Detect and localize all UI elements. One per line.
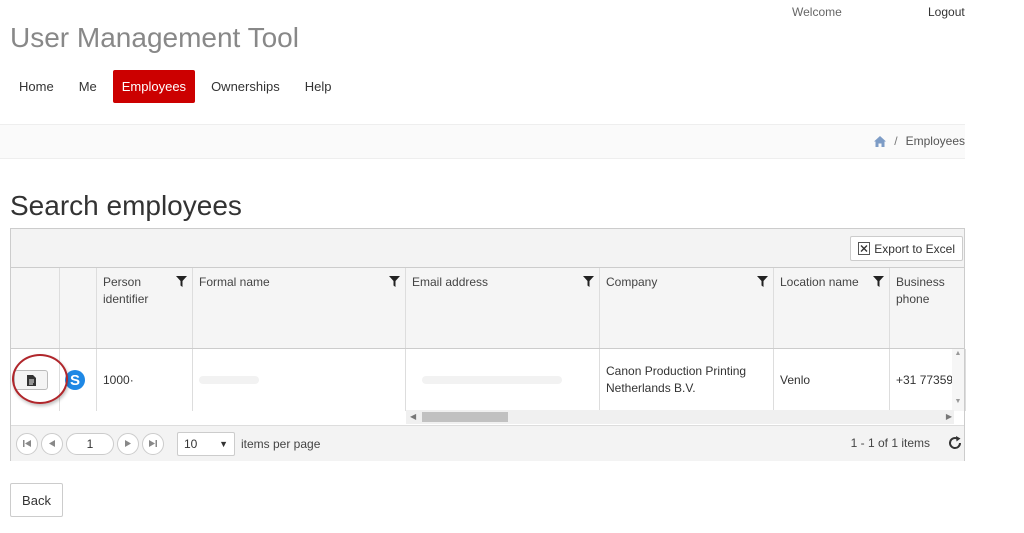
prev-page-icon	[49, 440, 55, 447]
horizontal-scrollbar[interactable]: ◀ ▶	[406, 410, 954, 424]
refresh-icon[interactable]	[947, 435, 963, 451]
home-icon[interactable]	[874, 135, 887, 147]
welcome-text: Welcome	[792, 5, 842, 19]
filter-icon[interactable]	[873, 276, 884, 287]
skype-icon[interactable]: S	[65, 370, 85, 390]
scroll-left-arrow[interactable]: ◀	[410, 410, 416, 424]
column-header-label: Location name	[780, 275, 859, 289]
cell-email-address	[406, 349, 600, 411]
breadcrumb-separator: /	[894, 134, 898, 148]
column-header-actions	[11, 268, 60, 348]
cell-location-name: Venlo	[774, 349, 890, 411]
horizontal-scrollbar-thumb[interactable]	[422, 412, 508, 422]
filter-icon[interactable]	[176, 276, 187, 287]
column-header-company[interactable]: Company	[600, 268, 774, 348]
cell-skype: S	[60, 349, 97, 411]
filter-icon[interactable]	[583, 276, 594, 287]
breadcrumb-current: Employees	[905, 134, 965, 148]
page-size-select[interactable]: 10 ▼	[177, 431, 235, 456]
column-header-label: Company	[606, 275, 658, 289]
next-page-icon	[125, 440, 131, 447]
document-icon	[26, 374, 36, 386]
grid-header: Person identifier Formal name Email addr…	[11, 268, 964, 349]
filter-icon[interactable]	[757, 276, 768, 287]
excel-icon	[858, 242, 871, 255]
nav-item-ownerships[interactable]: Ownerships	[202, 70, 289, 103]
column-header-skype	[60, 268, 97, 348]
logout-link[interactable]: Logout	[928, 5, 965, 19]
table-row: S 1000· Canon Production Printing Nether…	[11, 349, 966, 411]
column-header-label: Business phone	[896, 275, 945, 306]
filter-icon[interactable]	[389, 276, 400, 287]
first-page-icon	[23, 440, 31, 447]
cell-company: Canon Production Printing Netherlands B.…	[600, 349, 774, 411]
column-header-email-address[interactable]: Email address	[406, 268, 600, 348]
column-header-label: Formal name	[199, 275, 270, 289]
cell-formal-name	[193, 349, 406, 411]
pager-info: 1 - 1 of 1 items	[850, 436, 930, 450]
grid-pager: 1 10 ▼ items per page 1 - 1 of 1 items	[11, 425, 964, 461]
redacted-text	[199, 376, 259, 384]
redacted-text	[422, 376, 562, 384]
breadcrumb: / Employees	[874, 134, 965, 148]
prev-page-button[interactable]	[41, 432, 63, 455]
column-header-label: Person identifier	[103, 275, 149, 306]
first-page-button[interactable]	[16, 432, 38, 455]
back-button[interactable]: Back	[10, 483, 63, 517]
breadcrumb-bar: / Employees	[0, 124, 965, 159]
app-title: User Management Tool	[10, 22, 299, 53]
grid-toolbar: Export to Excel	[11, 229, 964, 268]
items-per-page-label: items per page	[241, 436, 321, 451]
employees-grid: Export to Excel Person identifier Formal…	[10, 228, 966, 461]
column-header-formal-name[interactable]: Formal name	[193, 268, 406, 348]
column-header-location-name[interactable]: Location name	[774, 268, 890, 348]
grid-body: S 1000· Canon Production Printing Nether…	[11, 349, 966, 411]
scroll-right-arrow[interactable]: ▶	[946, 410, 952, 424]
view-details-button[interactable]	[14, 370, 48, 390]
nav-item-employees[interactable]: Employees	[112, 70, 196, 103]
nav-item-help[interactable]: Help	[296, 70, 341, 103]
export-excel-label: Export to Excel	[874, 241, 955, 256]
column-header-business-phone[interactable]: Business phone	[890, 268, 964, 348]
scroll-down-arrow[interactable]: ▼	[952, 397, 964, 407]
last-page-button[interactable]	[142, 432, 164, 455]
nav-item-home[interactable]: Home	[10, 70, 63, 103]
vertical-scrollbar[interactable]: ▲ ▼	[952, 349, 964, 411]
scroll-up-arrow[interactable]: ▲	[952, 349, 964, 359]
column-header-person-identifier[interactable]: Person identifier	[97, 268, 193, 348]
export-excel-button[interactable]: Export to Excel	[850, 236, 963, 261]
nav-item-me[interactable]: Me	[70, 70, 106, 103]
page-title: Search employees	[10, 190, 242, 221]
cell-person-identifier: 1000·	[97, 349, 193, 411]
main-nav: Home Me Employees Ownerships Help	[10, 70, 347, 103]
last-page-icon	[149, 440, 157, 447]
page-size-value: 10	[184, 436, 198, 451]
next-page-button[interactable]	[117, 432, 139, 455]
page-number-input[interactable]: 1	[66, 432, 114, 455]
cell-actions	[11, 349, 60, 411]
caret-down-icon: ▼	[219, 438, 228, 449]
column-header-label: Email address	[412, 275, 489, 289]
